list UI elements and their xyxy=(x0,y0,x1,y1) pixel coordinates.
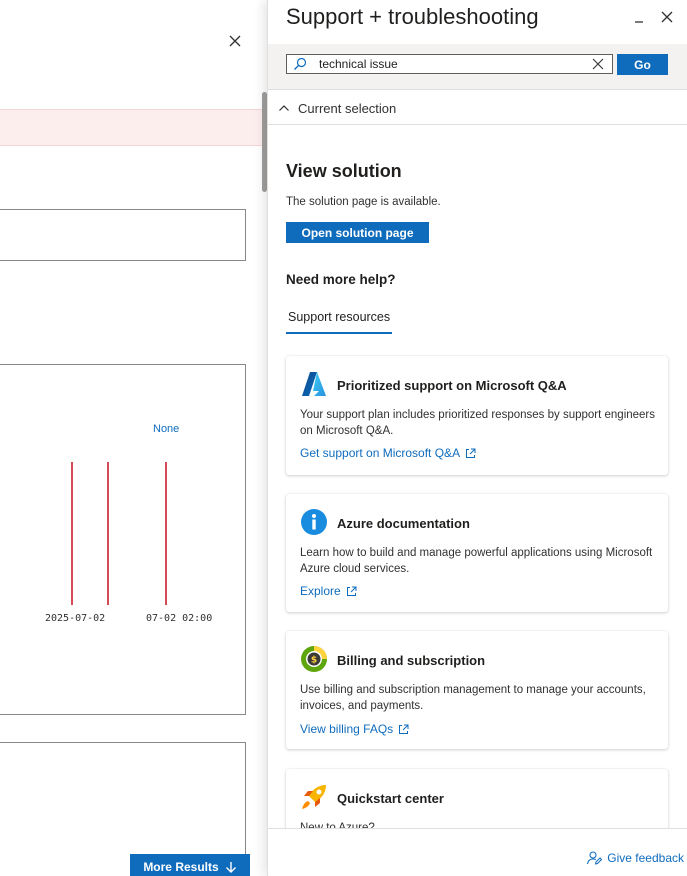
card-azure-documentation: Azure documentation Learn how to build a… xyxy=(286,494,668,612)
link-label: Get support on Microsoft Q&A xyxy=(300,446,461,460)
input-box[interactable] xyxy=(0,209,246,261)
event-chart: None 2025-07-02 07-02 02:00 xyxy=(0,364,246,715)
minimize-icon[interactable] xyxy=(632,12,646,26)
panel-content: View solution The solution page is avail… xyxy=(268,126,687,828)
open-solution-page-button[interactable]: Open solution page xyxy=(286,222,429,243)
chevron-up-icon xyxy=(279,105,289,111)
more-results-button[interactable]: More Results xyxy=(130,854,250,876)
clear-search-icon[interactable] xyxy=(591,57,605,71)
svg-text:$: $ xyxy=(311,656,317,666)
external-link-icon xyxy=(346,586,357,596)
search-input[interactable] xyxy=(319,56,579,72)
panel-footer: Give feedback xyxy=(268,828,687,876)
card-title: Prioritized support on Microsoft Q&A xyxy=(337,378,567,393)
search-icon xyxy=(294,57,307,70)
tick-label: 2025-07-02 xyxy=(45,613,105,624)
close-icon[interactable] xyxy=(228,34,242,48)
arrow-down-icon xyxy=(225,862,236,873)
info-icon xyxy=(301,509,327,535)
need-more-help-heading: Need more help? xyxy=(286,272,396,287)
feedback-icon xyxy=(587,851,603,865)
card-title: Azure documentation xyxy=(337,516,470,531)
panel-title: Support + troubleshooting xyxy=(286,4,539,29)
background-page: None 2025-07-02 07-02 02:00 More Results xyxy=(0,0,266,876)
rocket-icon xyxy=(302,785,326,809)
card-quickstart-center: Quickstart center New to Azure? xyxy=(286,769,668,828)
card-description: Your support plan includes prioritized r… xyxy=(300,409,656,437)
link-label: Explore xyxy=(300,584,341,598)
go-button[interactable]: Go xyxy=(617,54,668,75)
give-feedback-link[interactable]: Give feedback xyxy=(586,850,684,866)
view-solution-heading: View solution xyxy=(286,161,402,181)
azure-logo-icon xyxy=(302,372,326,396)
card-billing-subscription: $ Billing and subscription Use billing a… xyxy=(286,631,668,749)
get-support-link[interactable]: Get support on Microsoft Q&A xyxy=(300,446,476,460)
external-link-icon xyxy=(399,724,409,734)
view-billing-faqs-link[interactable]: View billing FAQs xyxy=(300,722,409,736)
tick-label: 07-02 02:00 xyxy=(146,613,212,624)
tab-support-resources[interactable]: Support resources xyxy=(286,310,393,334)
alert-banner xyxy=(0,109,266,146)
card-microsoft-qa: Prioritized support on Microsoft Q&A You… xyxy=(286,356,668,475)
search-field[interactable] xyxy=(286,54,613,74)
billing-icon: $ xyxy=(301,646,327,672)
give-feedback-label: Give feedback xyxy=(607,851,684,865)
explore-link[interactable]: Explore xyxy=(300,584,357,598)
more-results-label: More Results xyxy=(143,860,219,874)
external-link-icon xyxy=(466,448,476,458)
card-description: New to Azure? xyxy=(300,822,375,828)
card-title: Quickstart center xyxy=(337,791,444,806)
card-description: Learn how to build and manage powerful a… xyxy=(300,547,653,575)
card-title: Billing and subscription xyxy=(337,653,486,668)
chart-annotation: None xyxy=(153,423,179,435)
support-panel: Support + troubleshooting Go Current sel… xyxy=(267,0,687,876)
close-icon[interactable] xyxy=(660,10,674,24)
link-label: View billing FAQs xyxy=(300,722,394,736)
card-description: Use billing and subscription management … xyxy=(300,684,646,712)
solution-available-text: The solution page is available. xyxy=(286,196,441,208)
current-selection-toggle[interactable]: Current selection xyxy=(268,91,687,125)
current-selection-label: Current selection xyxy=(298,101,397,116)
search-bar: Go xyxy=(268,44,687,90)
